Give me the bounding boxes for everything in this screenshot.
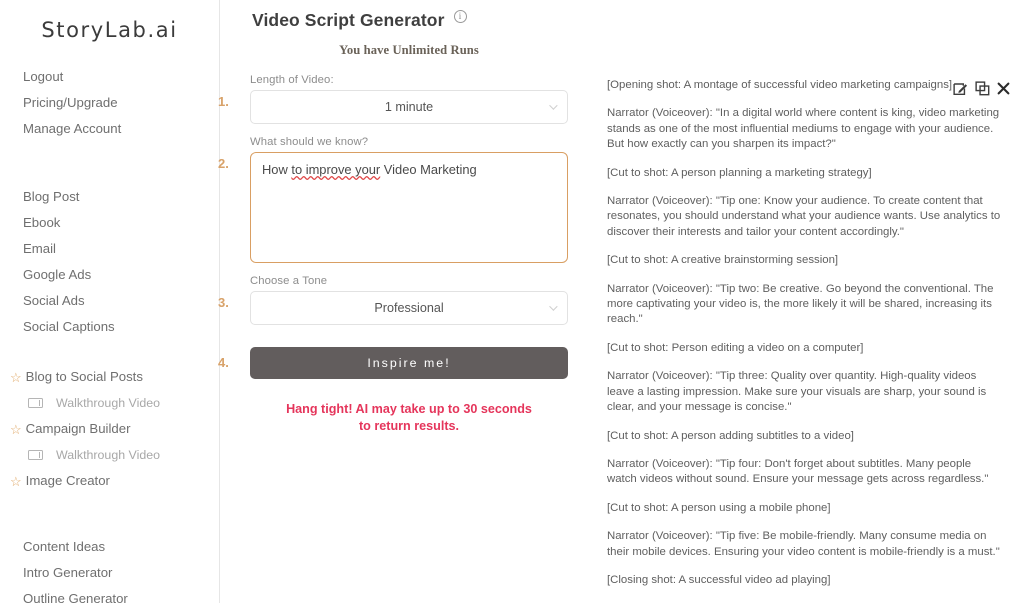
result-paragraph: [Cut to shot: A person using a mobile ph… xyxy=(607,501,831,514)
step-number-2: 2. xyxy=(218,156,229,171)
result-paragraph: Narrator (Voiceover): "In a digital worl… xyxy=(607,107,1000,151)
choose-a-tone-select[interactable]: Professional xyxy=(250,291,568,325)
choose-a-tone-value: Professional xyxy=(374,301,444,315)
sidebar-item-outline-generator[interactable]: Outline Generator xyxy=(0,586,219,603)
result-paragraph: [Cut to shot: A creative brainstorming s… xyxy=(607,254,839,267)
sidebar-item-label: Logout xyxy=(23,69,64,84)
video-icon xyxy=(28,450,43,460)
star-icon: ☆ xyxy=(10,369,22,385)
prompt-text-misspelled: to improve your xyxy=(291,162,381,177)
sidebar-item-walkthrough-video-campaign[interactable]: Walkthrough Video xyxy=(0,442,219,468)
close-icon[interactable] xyxy=(997,82,1010,95)
sidebar-item-label: Blog to Social Posts xyxy=(25,369,143,384)
result-text: [Opening shot: A montage of successful v… xyxy=(607,78,1002,603)
runs-status: You have Unlimited Runs xyxy=(339,43,479,57)
processing-notice: Hang tight! AI may take up to 30 seconds… xyxy=(220,401,598,435)
what-should-we-know-input[interactable]: How to improve your Video Marketing xyxy=(250,152,568,263)
page-header: Video Script Generator xyxy=(220,10,598,31)
length-of-video-label: Length of Video: xyxy=(250,74,334,86)
prompt-text-prefix: How xyxy=(262,162,292,177)
prompt-text-suffix: Video Marketing xyxy=(380,162,477,177)
sidebar-item-email[interactable]: Email xyxy=(0,236,219,262)
sidebar-item-label: Walkthrough Video xyxy=(56,396,161,410)
sidebar-featured-group: ☆ Blog to Social Posts Walkthrough Video… xyxy=(0,364,219,494)
info-icon[interactable] xyxy=(453,10,467,23)
result-paragraph: [Opening shot: A montage of successful v… xyxy=(607,79,953,91)
result-paragraph: Narrator (Voiceover): "Tip three: Qualit… xyxy=(607,370,987,414)
result-paragraph: [Cut to shot: A person planning a market… xyxy=(607,166,872,179)
result-paragraph: [Cut to shot: Person editing a video on … xyxy=(607,341,864,354)
sidebar-item-intro-generator[interactable]: Intro Generator xyxy=(0,560,219,586)
chevron-down-icon xyxy=(549,302,558,311)
what-should-we-know-label: What should we know? xyxy=(250,136,369,148)
sidebar-item-image-creator[interactable]: ☆ Image Creator xyxy=(0,468,219,494)
length-of-video-field: 1. Length of Video: 1 minute xyxy=(218,74,568,124)
sidebar-item-label: Intro Generator xyxy=(23,565,113,580)
sidebar-account-group: Logout Pricing/Upgrade Manage Account xyxy=(0,64,219,142)
result-paragraph: Narrator (Voiceover): "Tip two: Be creat… xyxy=(607,282,994,326)
sidebar-item-label: Image Creator xyxy=(25,473,110,488)
what-should-we-know-field: 2. What should we know? How to improve y… xyxy=(218,136,568,263)
length-of-video-value: 1 minute xyxy=(384,100,434,114)
sidebar-item-blog-to-social-posts[interactable]: ☆ Blog to Social Posts xyxy=(0,364,219,390)
brand-logo[interactable]: StoryLab.ai xyxy=(0,0,219,42)
sidebar-item-ebook[interactable]: Ebook xyxy=(0,210,219,236)
sidebar-item-label: Content Ideas xyxy=(23,539,106,554)
step-number-3: 3. xyxy=(218,295,229,310)
step-number-1: 1. xyxy=(218,94,229,109)
inspire-me-button[interactable]: Inspire me! xyxy=(250,347,568,379)
video-icon xyxy=(28,398,43,408)
sidebar-item-label: Blog Post xyxy=(23,189,80,204)
chevron-down-icon xyxy=(549,101,558,110)
processing-notice-line1: Hang tight! AI may take up to 30 seconds xyxy=(286,402,532,416)
edit-icon[interactable] xyxy=(953,81,968,96)
result-paragraph: [Cut to shot: A person adding subtitles … xyxy=(607,429,854,442)
sidebar-item-label: Pricing/Upgrade xyxy=(23,95,118,110)
choose-a-tone-field: 3. Choose a Tone Professional xyxy=(218,275,568,325)
sidebar-item-content-ideas[interactable]: Content Ideas xyxy=(0,534,219,560)
result-paragraph: Narrator (Voiceover): "Tip four: Don't f… xyxy=(607,457,989,486)
sidebar-item-manage-account[interactable]: Manage Account xyxy=(0,116,219,142)
submit-field: 4. Inspire me! xyxy=(218,347,568,379)
sidebar-item-pricing-upgrade[interactable]: Pricing/Upgrade xyxy=(0,90,219,116)
result-paragraph: Narrator (Voiceover): "Tip five: Be mobi… xyxy=(607,530,1000,558)
page-title: Video Script Generator xyxy=(252,10,445,30)
processing-notice-line2: to return results. xyxy=(358,419,460,433)
sidebar-item-label: Campaign Builder xyxy=(25,421,131,436)
generator-form-panel: Video Script Generator You have Unlimite… xyxy=(218,0,598,603)
sidebar-item-label: Walkthrough Video xyxy=(56,448,161,462)
copy-icon[interactable] xyxy=(975,81,990,96)
result-paragraph: [Closing shot: A successful video ad pla… xyxy=(607,573,831,586)
sidebar-item-walkthrough-video-blog[interactable]: Walkthrough Video xyxy=(0,390,219,416)
sidebar-item-label: Google Ads xyxy=(23,267,92,282)
sidebar-item-logout[interactable]: Logout xyxy=(0,64,219,90)
result-paragraph: Narrator (Voiceover): "Tip one: Know you… xyxy=(607,195,1001,238)
sidebar-item-label: Email xyxy=(23,241,56,256)
step-number-4: 4. xyxy=(218,355,229,370)
result-action-toolbar xyxy=(953,81,1010,96)
length-of-video-select[interactable]: 1 minute xyxy=(250,90,568,124)
sidebar-item-label: Social Captions xyxy=(23,319,115,334)
results-panel: [Opening shot: A montage of successful v… xyxy=(598,0,1024,603)
sidebar-item-label: Ebook xyxy=(23,215,61,230)
sidebar-item-social-ads[interactable]: Social Ads xyxy=(0,288,219,314)
app-root: StoryLab.ai Logout Pricing/Upgrade Manag… xyxy=(0,0,1024,603)
sidebar-item-social-captions[interactable]: Social Captions xyxy=(0,314,219,340)
sidebar-item-campaign-builder[interactable]: ☆ Campaign Builder xyxy=(0,416,219,442)
sidebar: StoryLab.ai Logout Pricing/Upgrade Manag… xyxy=(0,0,220,603)
sidebar-item-google-ads[interactable]: Google Ads xyxy=(0,262,219,288)
star-icon: ☆ xyxy=(10,473,22,489)
sidebar-tools-group: Blog Post Ebook Email Google Ads Social … xyxy=(0,184,219,340)
sidebar-item-blog-post[interactable]: Blog Post xyxy=(0,184,219,210)
sidebar-item-label: Outline Generator xyxy=(23,591,128,603)
sidebar-generators-group: Content Ideas Intro Generator Outline Ge… xyxy=(0,534,219,603)
sidebar-item-label: Social Ads xyxy=(23,293,85,308)
star-icon: ☆ xyxy=(10,421,22,437)
choose-a-tone-label: Choose a Tone xyxy=(250,275,328,287)
sidebar-item-label: Manage Account xyxy=(23,121,122,136)
